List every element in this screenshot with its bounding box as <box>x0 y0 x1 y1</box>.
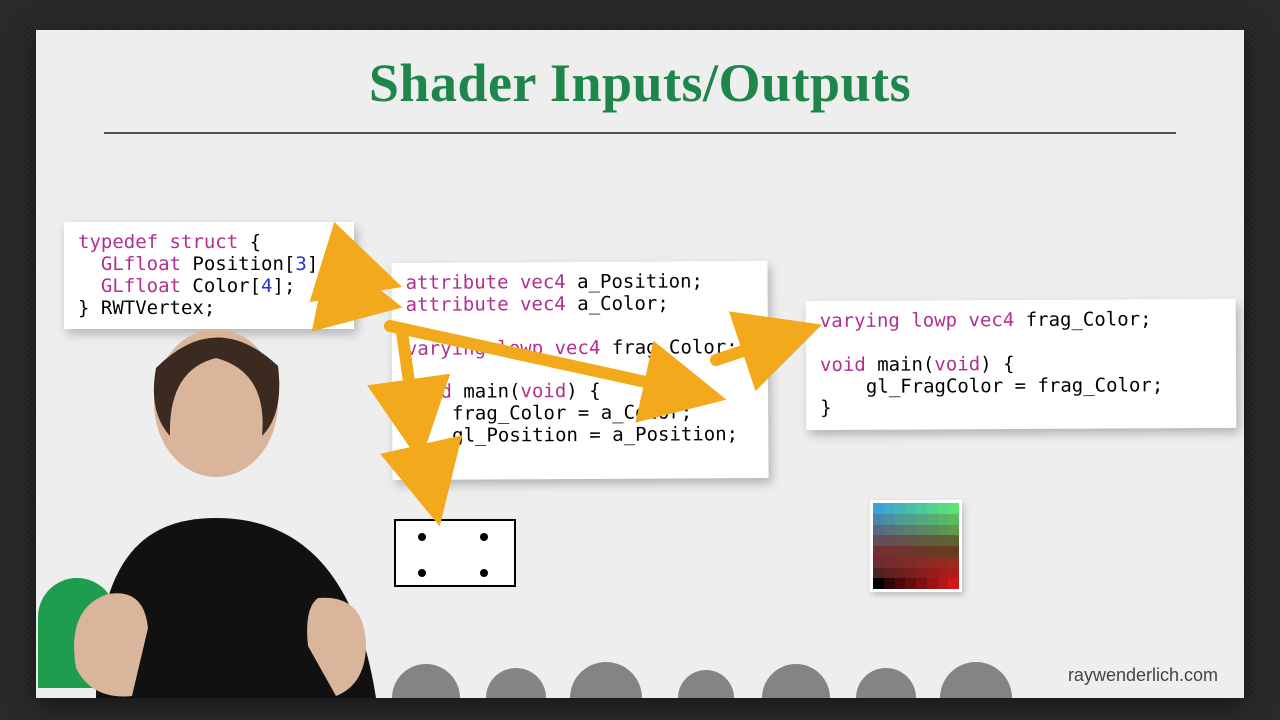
swatch-cell <box>938 535 949 546</box>
swatch-cell <box>938 557 949 568</box>
swatch-cell <box>905 503 916 514</box>
swatch-cell <box>927 557 938 568</box>
swatch-cell <box>873 546 884 557</box>
swatch-cell <box>895 578 906 589</box>
swatch-cell <box>884 514 895 525</box>
swatch-cell <box>927 525 938 536</box>
kw-typedef: typedef struct <box>78 231 238 253</box>
swatch-cell <box>873 557 884 568</box>
swatch-cell <box>873 568 884 579</box>
swatch-cell <box>948 503 959 514</box>
slide-title: Shader Inputs/Outputs <box>36 52 1244 114</box>
swatch-cell <box>948 535 959 546</box>
swatch-cell <box>895 568 906 579</box>
swatch-cell <box>895 557 906 568</box>
swatch-cell <box>873 578 884 589</box>
swatch-cell <box>916 546 927 557</box>
swatch-cell <box>884 535 895 546</box>
swatch-cell <box>884 578 895 589</box>
swatch-cell <box>938 578 949 589</box>
swatch-cell <box>916 514 927 525</box>
swatch-cell <box>938 568 949 579</box>
swatch-cell <box>948 546 959 557</box>
swatch-cell <box>884 546 895 557</box>
swatch-cell <box>884 503 895 514</box>
swatch-cell <box>927 514 938 525</box>
swatch-cell <box>884 525 895 536</box>
color-swatch-grid <box>870 500 962 592</box>
vertex-dot-icon <box>418 533 426 541</box>
vertex-dot-icon <box>480 569 488 577</box>
swatch-cell <box>905 525 916 536</box>
swatch-cell <box>916 535 927 546</box>
swatch-cell <box>873 503 884 514</box>
swatch-cell <box>938 525 949 536</box>
swatch-cell <box>916 568 927 579</box>
swatch-cell <box>905 578 916 589</box>
code-vertex-shader-box: attribute vec4 a_Position; attribute vec… <box>391 261 768 480</box>
swatch-cell <box>873 514 884 525</box>
decorative-green-shape <box>38 578 116 688</box>
swatch-cell <box>938 546 949 557</box>
swatch-cell <box>895 546 906 557</box>
swatch-cell <box>927 568 938 579</box>
swatch-cell <box>895 503 906 514</box>
footer-credit: raywenderlich.com <box>1068 665 1218 686</box>
swatch-cell <box>927 535 938 546</box>
swatch-cell <box>948 578 959 589</box>
swatch-cell <box>927 578 938 589</box>
swatch-cell <box>905 546 916 557</box>
gear-decoration-icon <box>366 658 1066 698</box>
swatch-cell <box>948 514 959 525</box>
swatch-cell <box>905 514 916 525</box>
swatch-cell <box>905 557 916 568</box>
swatch-cell <box>927 503 938 514</box>
title-rule <box>104 132 1176 134</box>
swatch-cell <box>927 546 938 557</box>
swatch-cell <box>916 578 927 589</box>
swatch-cell <box>938 514 949 525</box>
swatch-cell <box>905 568 916 579</box>
swatch-cell <box>916 503 927 514</box>
vertex-dot-icon <box>418 569 426 577</box>
swatch-cell <box>895 525 906 536</box>
code-fragment-shader-box: varying lowp vec4 frag_Color; void main(… <box>806 299 1237 430</box>
swatch-cell <box>938 503 949 514</box>
swatch-cell <box>916 525 927 536</box>
swatch-cell <box>895 514 906 525</box>
swatch-cell <box>873 535 884 546</box>
swatch-cell <box>873 525 884 536</box>
slide: Shader Inputs/Outputs typedef struct { G… <box>36 30 1244 698</box>
swatch-cell <box>948 525 959 536</box>
swatch-cell <box>948 557 959 568</box>
swatch-cell <box>905 535 916 546</box>
swatch-cell <box>895 535 906 546</box>
swatch-cell <box>884 557 895 568</box>
vertex-dot-icon <box>480 533 488 541</box>
swatch-cell <box>948 568 959 579</box>
swatch-cell <box>884 568 895 579</box>
code-struct-box: typedef struct { GLfloat Position[3]; GL… <box>64 222 354 329</box>
quad-diagram <box>394 519 516 587</box>
swatch-cell <box>916 557 927 568</box>
